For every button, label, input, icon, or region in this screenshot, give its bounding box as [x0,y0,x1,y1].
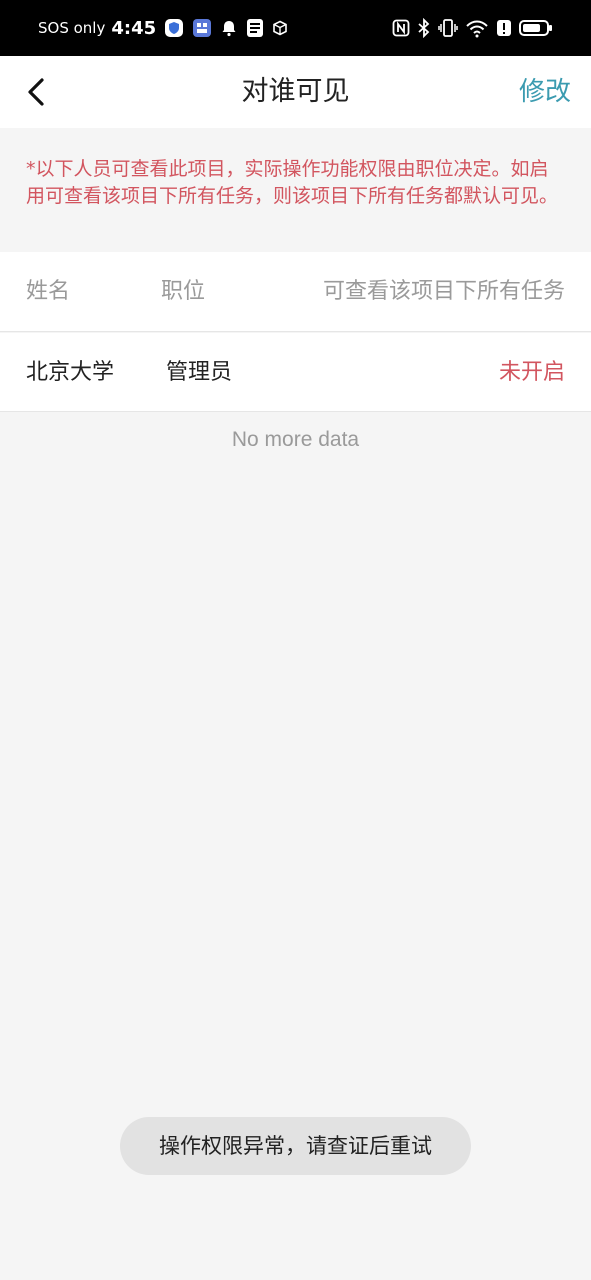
back-button[interactable] [18,74,54,110]
page-title: 对谁可见 [241,76,350,107]
bell-icon [220,19,238,37]
member-position: 管理员 [166,360,233,385]
error-toast: 操作权限异常，请查证后重试 [120,1117,471,1175]
edit-button[interactable]: 修改 [519,56,571,128]
table-row[interactable]: 北京大学 管理员 未开启 [0,333,591,412]
member-name: 北京大学 [26,360,115,385]
clock: 4:45 [111,17,157,39]
status-left: SOS only 4:45 [38,18,288,39]
nfc-icon [392,19,410,37]
column-header-visible-all-tasks: 可查看该项目下所有任务 [322,279,565,304]
chevron-left-icon [28,78,44,106]
sim-card-icon [192,18,212,38]
vibrate-icon [438,18,458,38]
visible-all-tasks-status: 未开启 [498,360,565,385]
column-header-position: 职位 [161,279,206,304]
list-end-text: No more data [231,428,360,451]
bluetooth-icon [417,18,431,38]
status-bar: SOS only 4:45 [0,0,591,56]
cube-icon [272,20,288,36]
column-header-name: 姓名 [26,279,71,304]
status-right [392,18,553,38]
shield-icon [164,18,184,38]
carrier-label: SOS only [38,19,106,37]
battery-icon [519,19,553,37]
wifi-icon [465,18,489,38]
table-header: 姓名 职位 可查看该项目下所有任务 [0,252,591,332]
alert-icon [496,19,512,37]
nav-bar: 对谁可见 修改 [0,56,591,128]
visibility-notice: *以下人员可查看此项目，实际操作功能权限由职位决定。如启用可查看该项目下所有任务… [0,128,591,252]
app-icon [246,18,264,38]
